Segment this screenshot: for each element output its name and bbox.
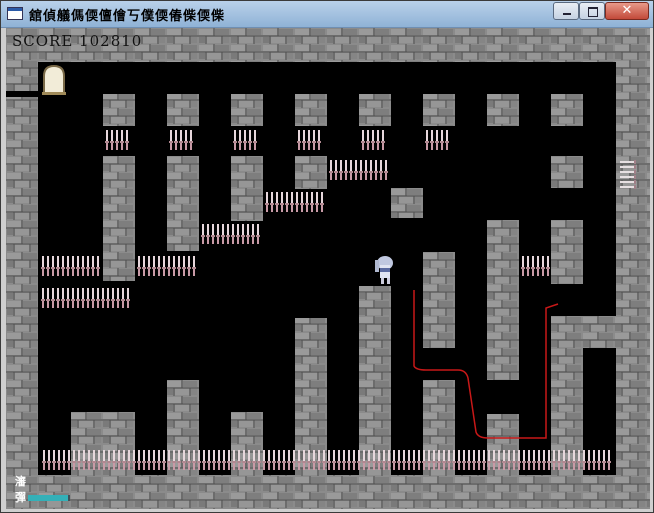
power-gauge-fill: [28, 495, 68, 501]
exit-door: [42, 64, 66, 95]
title-bar[interactable]: 舘偵艤傌偄儃儈丂僕偄偆偨偄偨 ✕: [1, 1, 653, 28]
window-title: 舘偵艤傌偄儃儈丂僕偄偆偨偄偨: [29, 9, 226, 24]
maximize-icon: [580, 3, 604, 19]
hud-label-bottom: 彈: [15, 491, 26, 504]
level-map: [6, 28, 650, 509]
hud-label-top: 瀋: [15, 475, 26, 488]
minimize-button[interactable]: [553, 2, 579, 20]
app-icon: [7, 7, 23, 20]
minimize-icon: [554, 3, 578, 19]
maximize-button[interactable]: [579, 2, 605, 20]
close-button[interactable]: ✕: [605, 2, 649, 20]
close-icon: ✕: [621, 3, 633, 18]
power-gauge: [28, 495, 70, 501]
game-viewport[interactable]: SCORE 102810 瀋 彈: [6, 28, 650, 509]
score-display: SCORE 102810: [12, 32, 143, 50]
game-window: 舘偵艤傌偄儃儈丂僕偄偆偨偄偨 ✕ SCORE 102810 瀋 彈: [0, 0, 654, 513]
